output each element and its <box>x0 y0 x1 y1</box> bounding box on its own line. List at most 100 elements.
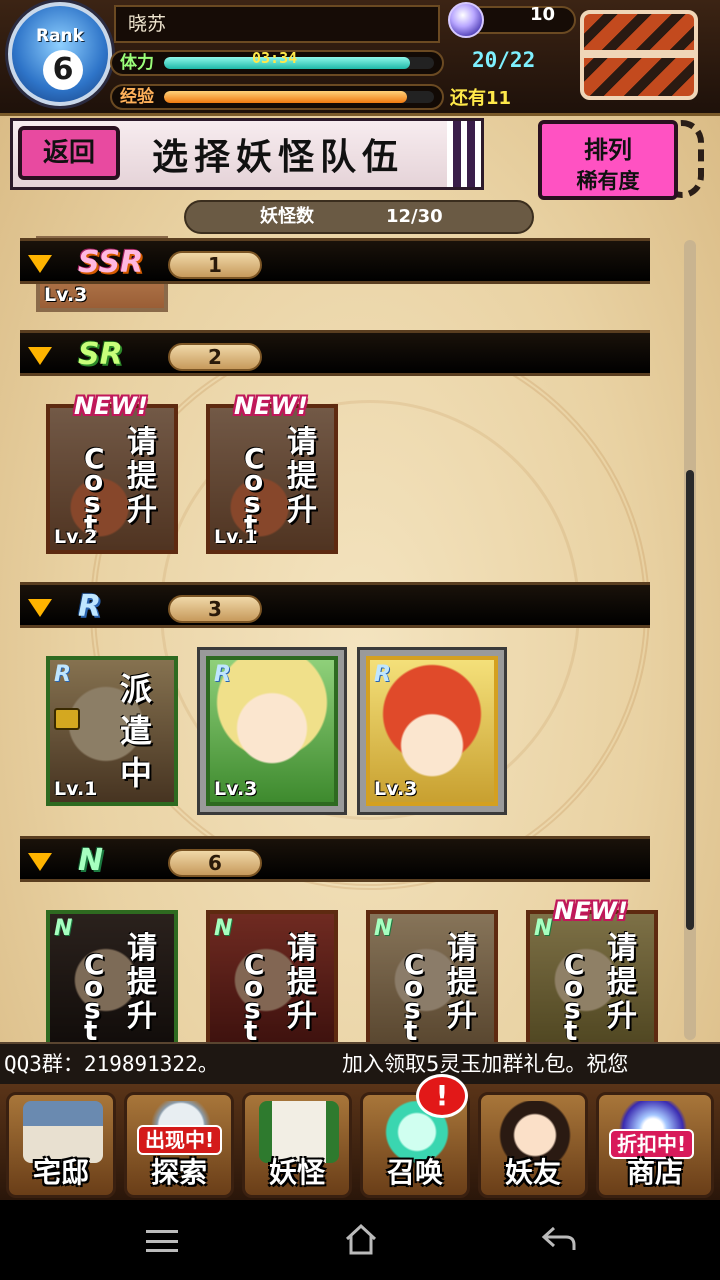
section-ssr[interactable]: SSR 1 <box>20 238 650 284</box>
card-cost-text: Cost <box>244 442 265 541</box>
card-cost-text: Cost <box>564 948 585 1047</box>
ticker-text-2: 加入领取5灵玉加群礼包。祝您 <box>342 1052 629 1076</box>
new-badge: NEW! <box>554 897 628 925</box>
card-level: Lv.1 <box>54 778 98 800</box>
monster-card-selected[interactable]: R Lv.3 <box>206 656 338 806</box>
section-sr[interactable]: SR 2 <box>20 330 650 376</box>
exp-bar: 经验 <box>110 84 444 110</box>
exp-remaining: 还有11 <box>450 88 512 109</box>
rank-label: Rank <box>36 26 84 46</box>
nav-home-label: 宅邸 <box>32 1156 89 1189</box>
collapse-arrow-icon <box>28 853 52 871</box>
monster-count-label: 妖怪数 <box>260 206 314 227</box>
summon-alert-badge: ! <box>416 1074 468 1118</box>
card-cost-text: Cost <box>244 948 265 1047</box>
gem-count: 10 <box>530 4 556 25</box>
nav-friends-label: 妖友 <box>504 1156 561 1189</box>
nav-monster[interactable]: 妖怪 <box>242 1092 352 1198</box>
rarity-label: R <box>78 589 102 624</box>
monster-card[interactable]: Cost 请提升 Lv.2 <box>46 404 178 554</box>
exp-fill <box>164 91 407 103</box>
card-cost-text: Cost <box>84 948 105 1047</box>
card-level: Lv.3 <box>214 778 258 800</box>
section-count: 3 <box>168 595 262 623</box>
gift-box-icon[interactable] <box>580 10 698 100</box>
nav-friends[interactable]: 妖友 <box>478 1092 588 1198</box>
collapse-arrow-icon <box>28 347 52 365</box>
nav-home[interactable]: 宅邸 <box>6 1092 116 1198</box>
card-cost-text: Cost <box>84 442 105 541</box>
card-status-text: 请提升 <box>127 931 157 1034</box>
card-rarity: R <box>214 662 231 687</box>
stamina-count: 20/22 <box>472 48 536 72</box>
card-rarity: N <box>374 916 393 941</box>
monster-card[interactable]: N Cost 请提升 <box>526 910 658 1050</box>
collapse-arrow-icon <box>28 599 52 617</box>
header-stripe <box>447 121 481 187</box>
home-icon[interactable] <box>344 1222 378 1256</box>
section-count: 1 <box>168 251 262 279</box>
status-bar: Rank 6 晓苏 体力 03:34 经验 10 20/22 还有11 <box>0 0 720 116</box>
stamina-bar: 体力 03:34 <box>110 49 444 76</box>
player-name: 晓苏 <box>114 5 440 43</box>
rarity-label: N <box>78 843 104 878</box>
rarity-label: SR <box>78 337 123 372</box>
back-arrow-icon[interactable] <box>540 1224 578 1254</box>
nav-shop-label: 商店 <box>626 1156 683 1189</box>
bottom-nav: 宅邸 出现中! 探索 妖怪 召唤 妖友 折扣中! 商店 <box>0 1084 720 1200</box>
collapse-arrow-icon <box>28 255 52 273</box>
card-status-text: 请提升 <box>287 425 317 528</box>
card-rarity: R <box>374 662 391 687</box>
app-screen: Rank 6 晓苏 体力 03:34 经验 10 20/22 还有11 返回 选… <box>0 0 720 1200</box>
nav-summon-label: 召唤 <box>386 1156 443 1189</box>
scrollbar-thumb[interactable] <box>686 470 694 930</box>
system-nav-bar <box>0 1200 720 1280</box>
card-level: Lv.3 <box>374 778 418 800</box>
dispatch-status: 派遣中 <box>119 670 152 792</box>
card-level: Lv.2 <box>54 526 98 548</box>
nav-monster-label: 妖怪 <box>268 1156 325 1189</box>
stamina-timer: 03:34 <box>252 49 298 67</box>
card-level: Lv.3 <box>44 284 88 306</box>
rank-emblem[interactable]: Rank 6 <box>8 2 112 106</box>
nav-explore-label: 探索 <box>150 1156 207 1189</box>
card-rarity: N <box>54 916 73 941</box>
rarity-label: SSR <box>78 245 144 280</box>
monster-card[interactable]: N Cost 请提升 <box>366 910 498 1050</box>
exp-label: 经验 <box>120 87 154 107</box>
sort-label: 排列 <box>584 136 632 164</box>
monster-card[interactable]: N Cost 请提升 <box>206 910 338 1050</box>
monster-count: 妖怪数 12/30 <box>184 200 534 234</box>
sort-mode: 稀有度 <box>576 169 640 193</box>
monster-card-selected[interactable]: R Lv.3 <box>366 656 498 806</box>
nav-explore[interactable]: 出现中! 探索 <box>124 1092 234 1198</box>
monster-card[interactable]: R 派遣中 Lv.1 <box>46 656 178 806</box>
sort-button[interactable]: 排列 稀有度 <box>538 120 678 200</box>
monster-count-value: 12/30 <box>386 206 443 227</box>
back-button[interactable]: 返回 <box>18 126 120 180</box>
monster-card[interactable]: N Cost 请提升 <box>46 910 178 1050</box>
spirit-gem-icon <box>448 2 484 38</box>
card-status-text: 请提升 <box>607 931 637 1034</box>
ticker-text-1: QQ3群：219891322。 <box>4 1052 219 1076</box>
card-status-text: 请提升 <box>447 931 477 1034</box>
new-badge: NEW! <box>234 392 308 420</box>
card-status-text: 请提升 <box>287 931 317 1034</box>
menu-icon[interactable] <box>146 1230 178 1252</box>
card-rarity: R <box>54 662 71 687</box>
announcement-ticker: QQ3群：219891322。 加入领取5灵玉加群礼包。祝您 <box>0 1042 720 1084</box>
page-title: 选择妖怪队伍 <box>152 137 405 178</box>
dispatch-bag-icon <box>54 708 80 730</box>
monster-card[interactable]: Cost 请提升 Lv.1 <box>206 404 338 554</box>
new-badge: NEW! <box>74 392 148 420</box>
section-r[interactable]: R 3 <box>20 582 650 628</box>
section-n[interactable]: N 6 <box>20 836 650 882</box>
card-level: Lv.1 <box>214 526 258 548</box>
stamina-label: 体力 <box>120 53 154 73</box>
rank-value: 6 <box>43 50 83 90</box>
card-status-text: 请提升 <box>127 425 157 528</box>
section-count: 6 <box>168 849 262 877</box>
nav-shop[interactable]: 折扣中! 商店 <box>596 1092 714 1198</box>
card-cost-text: Cost <box>404 948 425 1047</box>
card-rarity: N <box>214 916 233 941</box>
